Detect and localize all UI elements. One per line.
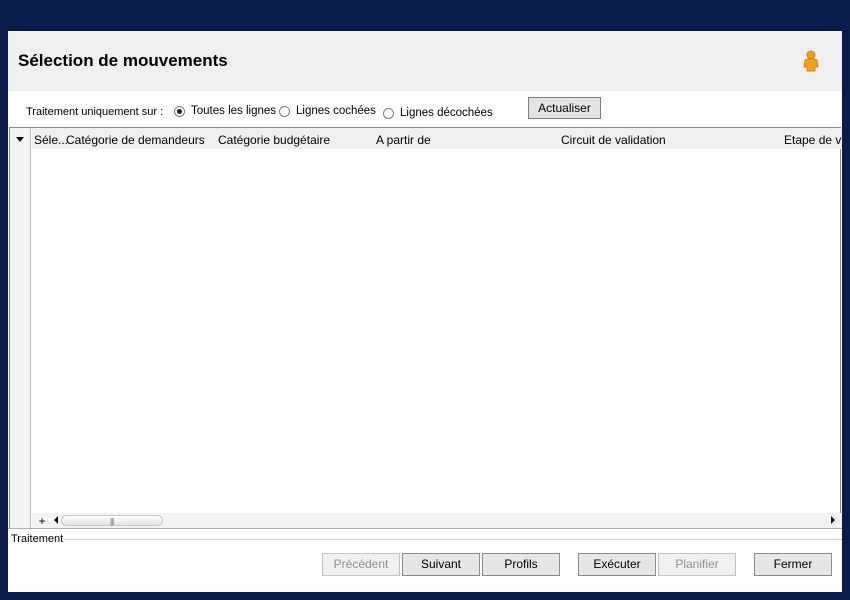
- user-icon[interactable]: [802, 50, 820, 72]
- scrollbar-thumb[interactable]: |||: [61, 515, 163, 526]
- schedule-button[interactable]: Planifier: [658, 553, 736, 576]
- radio-all-lines[interactable]: Toutes les lignes: [174, 105, 276, 117]
- add-row-icon[interactable]: +: [37, 514, 47, 528]
- radio-checked-lines-label: Lignes cochées: [296, 105, 376, 117]
- header: Sélection de mouvements: [8, 31, 842, 91]
- column-header-validation-step[interactable]: Etape de v: [784, 133, 841, 147]
- radio-all-lines-label: Toutes les lignes: [191, 105, 277, 117]
- filter-row: Traitement uniquement sur : Toutes les l…: [8, 91, 842, 127]
- filter-label: Traitement uniquement sur :: [26, 106, 164, 118]
- close-button[interactable]: Fermer: [754, 553, 832, 576]
- radio-checked-lines[interactable]: Lignes cochées: [279, 105, 376, 117]
- next-button[interactable]: Suivant: [402, 553, 480, 576]
- previous-button[interactable]: Précédent: [322, 553, 400, 576]
- profiles-button[interactable]: Profils: [482, 553, 560, 576]
- radio-unchecked-icon[interactable]: [279, 105, 290, 117]
- radio-unchecked-icon[interactable]: [383, 107, 394, 119]
- grid-header: Séle... Catégorie de demandeurs Catégori…: [32, 128, 842, 149]
- execute-button[interactable]: Exécuter: [578, 553, 656, 576]
- page-title: Sélection de mouvements: [18, 51, 228, 70]
- refresh-button[interactable]: Actualiser: [528, 97, 601, 119]
- radio-unchecked-lines[interactable]: Lignes décochées: [383, 107, 493, 119]
- data-grid[interactable]: Séle... Catégorie de demandeurs Catégori…: [9, 127, 842, 529]
- column-header-validation-circuit[interactable]: Circuit de validation: [561, 133, 666, 147]
- column-header-requester-category[interactable]: Catégorie de demandeurs: [66, 133, 205, 147]
- radio-unchecked-lines-label: Lignes décochées: [400, 107, 493, 119]
- grip-icon: |||: [110, 517, 114, 526]
- status-divider: [64, 539, 842, 540]
- grid-row-gutter: [10, 128, 31, 528]
- column-header-selection[interactable]: Séle...: [34, 133, 68, 147]
- column-header-from-date[interactable]: A partir de: [376, 133, 431, 147]
- scroll-right-arrow-icon[interactable]: [831, 516, 835, 524]
- status-label: Traitement: [11, 533, 64, 545]
- divider: [8, 528, 842, 529]
- dialog-window: Sélection de mouvements Traitement uniqu…: [8, 31, 842, 592]
- scroll-left-arrow-icon[interactable]: [54, 516, 58, 524]
- dropdown-arrow-icon[interactable]: [16, 137, 24, 142]
- radio-checked-icon[interactable]: [174, 105, 185, 117]
- column-header-budget-category[interactable]: Catégorie budgétaire: [218, 133, 330, 147]
